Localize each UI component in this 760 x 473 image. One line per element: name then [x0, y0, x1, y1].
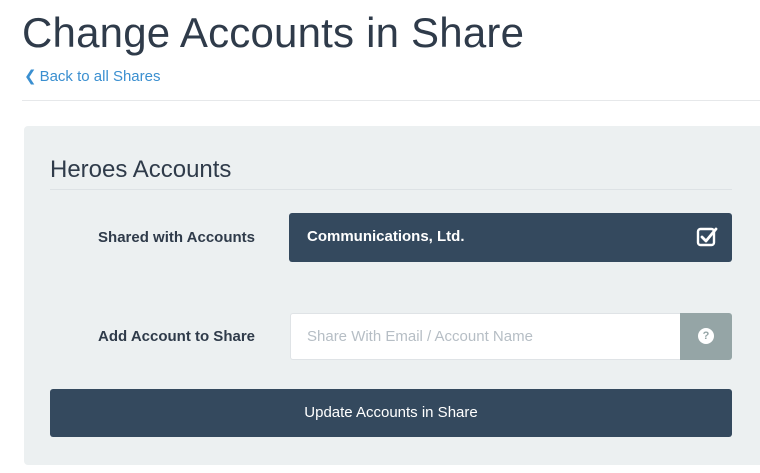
add-account-label: Add Account to Share	[98, 328, 255, 345]
section-title: Heroes Accounts	[50, 156, 232, 183]
question-circle-icon: ?	[698, 328, 714, 344]
shared-accounts-label: Shared with Accounts	[98, 229, 255, 246]
back-to-shares-link[interactable]: ❮ Back to all Shares	[24, 67, 160, 87]
share-email-input[interactable]	[290, 313, 680, 360]
page-title: Change Accounts in Share	[22, 9, 525, 56]
checkbox-checked-icon[interactable]	[696, 226, 718, 248]
chevron-left-icon: ❮	[24, 68, 37, 85]
help-button[interactable]: ?	[680, 313, 732, 360]
section-divider	[50, 189, 732, 190]
shared-account-item[interactable]: Communications, Ltd.	[289, 213, 732, 262]
header-divider	[22, 100, 760, 101]
page: Change Accounts in Share ❮ Back to all Sh…	[0, 0, 760, 473]
back-link-label: Back to all Shares	[39, 68, 161, 85]
shared-account-name: Communications, Ltd.	[307, 228, 465, 245]
update-accounts-button[interactable]: Update Accounts in Share	[50, 389, 732, 437]
